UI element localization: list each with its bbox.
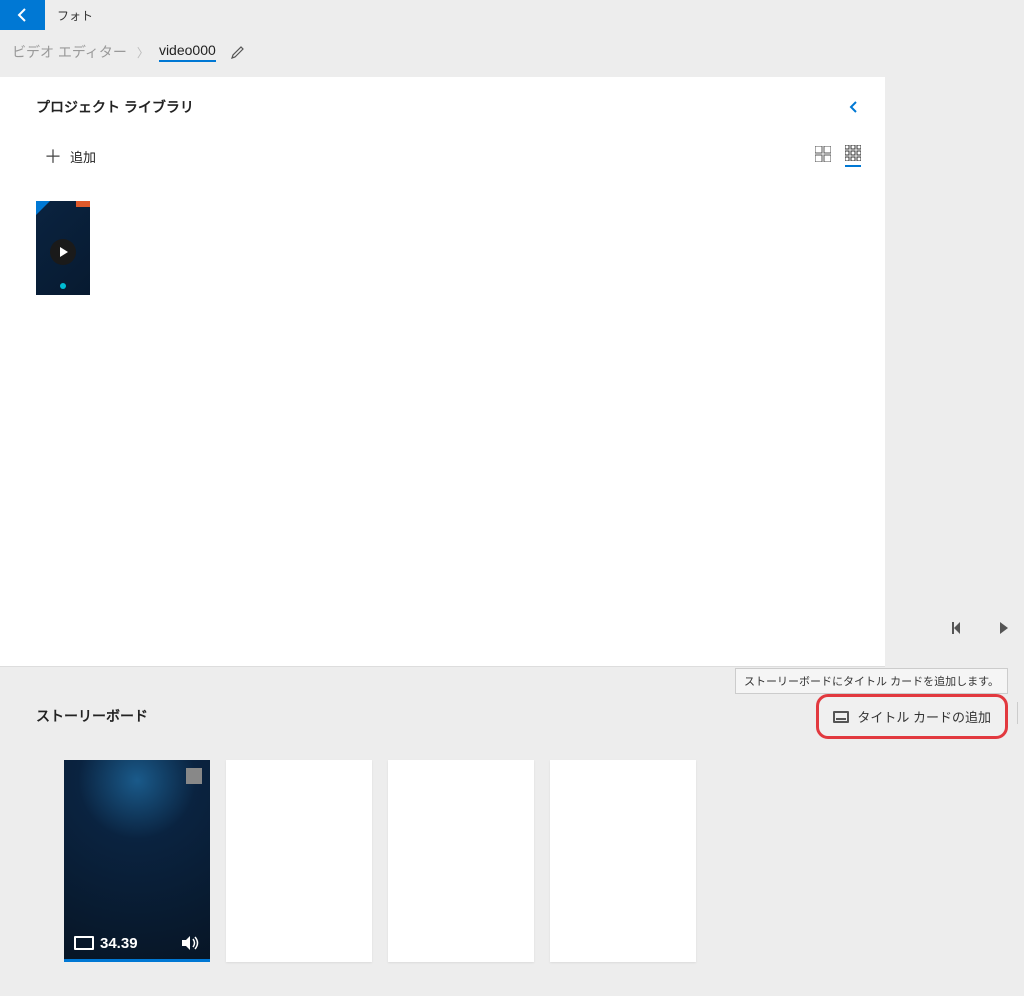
volume-icon[interactable] (180, 934, 200, 952)
storyboard-clip[interactable]: 34.39 (64, 760, 210, 962)
step-forward-icon (996, 620, 1012, 636)
storyboard-empty-slot[interactable] (226, 760, 372, 962)
library-clip-thumbnail[interactable] (36, 201, 90, 295)
corner-fold-icon (36, 201, 50, 215)
clip-duration: 34.39 (100, 935, 138, 952)
grid-small-icon (845, 145, 861, 161)
collapse-button[interactable] (847, 100, 861, 114)
grid-large-icon (815, 146, 831, 162)
arrow-left-icon (15, 7, 31, 23)
app-title: フォト (57, 7, 93, 24)
next-frame-button[interactable] (996, 620, 1012, 636)
edit-name-button[interactable] (226, 40, 250, 64)
duration-icon (74, 936, 94, 950)
grid-view-large-button[interactable] (815, 146, 831, 166)
title-card-icon (833, 711, 849, 723)
title-card-tooltip: ストーリーボードにタイトル カードを追加します。 (735, 668, 1008, 694)
project-library-panel: プロジェクト ライブラリ ＋ 追加 (0, 77, 885, 667)
add-media-button[interactable]: ＋ 追加 (44, 143, 96, 169)
selection-box-icon (186, 768, 202, 784)
chevron-left-icon (847, 100, 861, 114)
prev-frame-button[interactable] (950, 620, 966, 636)
breadcrumb-current[interactable]: video000 (159, 42, 216, 62)
storyboard-title: ストーリーボード (36, 706, 148, 726)
step-back-icon (950, 620, 966, 636)
library-title: プロジェクト ライブラリ (36, 97, 194, 117)
grid-view-small-button[interactable] (845, 145, 861, 167)
storyboard-row: 34.39 (64, 760, 696, 962)
storyboard-empty-slot[interactable] (550, 760, 696, 962)
pencil-icon (230, 44, 246, 60)
add-title-card-button[interactable]: タイトル カードの追加 (816, 694, 1008, 739)
chevron-right-icon: 〉 (137, 44, 149, 61)
plus-icon: ＋ (44, 143, 62, 169)
play-icon (50, 239, 76, 265)
storyboard-empty-slot[interactable] (388, 760, 534, 962)
breadcrumb-parent[interactable]: ビデオ エディター (12, 42, 127, 62)
back-button[interactable] (0, 0, 45, 30)
title-card-label: タイトル カードの追加 (857, 707, 991, 726)
add-label: 追加 (70, 147, 96, 166)
breadcrumb: ビデオ エディター 〉 video000 (0, 30, 1024, 74)
